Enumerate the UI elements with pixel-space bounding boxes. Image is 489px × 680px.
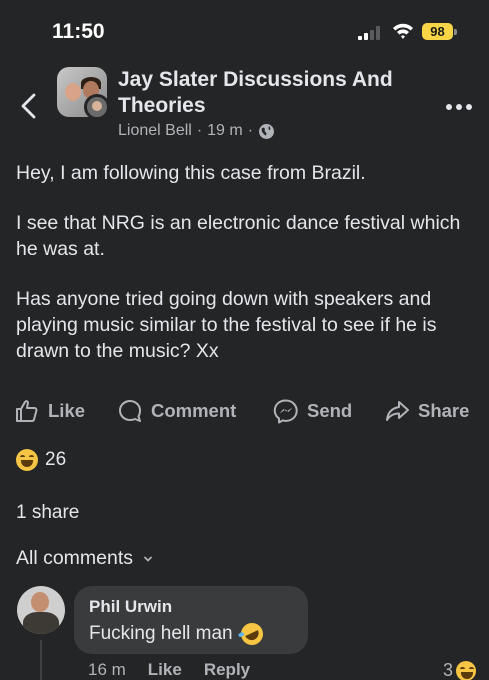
wifi-icon	[393, 23, 413, 39]
post-paragraph: Hey, I am following this case from Brazi…	[16, 162, 366, 184]
comment-reaction-count: 3	[443, 660, 454, 680]
comment-meta: 16 m Like Reply	[88, 660, 250, 680]
comments-filter[interactable]: All comments	[16, 547, 153, 570]
group-name[interactable]: Jay Slater Discussions And Theories	[118, 67, 418, 119]
back-chevron-icon[interactable]	[18, 92, 40, 120]
post-header: Jay Slater Discussions And Theories Lion…	[0, 62, 489, 147]
post-time: 19 m	[207, 122, 243, 139]
comment-button[interactable]: Comment	[117, 396, 236, 426]
thread-line	[40, 640, 42, 680]
send-button[interactable]: Send	[273, 396, 352, 426]
battery-indicator: 98	[422, 23, 453, 40]
reaction-count: 26	[45, 449, 67, 470]
like-button[interactable]: Like	[14, 396, 85, 426]
author-avatar[interactable]	[84, 94, 110, 120]
haha-reaction-icon	[456, 660, 477, 680]
more-options-icon[interactable]	[446, 104, 472, 110]
share-count[interactable]: 1 share	[16, 502, 79, 524]
rofl-emoji-icon	[237, 619, 267, 649]
comment-text: Fucking hell man	[89, 619, 267, 649]
status-time: 11:50	[52, 20, 105, 43]
comment-label: Comment	[151, 400, 237, 421]
post-meta: Lionel Bell · 19 m ·	[118, 122, 275, 140]
post-paragraph: I see that NRG is an electronic dance fe…	[16, 212, 461, 260]
comment-bubble-icon	[119, 400, 141, 422]
messenger-icon	[273, 399, 298, 424]
share-arrow-icon	[386, 401, 409, 421]
post-actions: Like Comment Send Share	[0, 396, 489, 426]
thumbs-up-icon	[16, 400, 38, 422]
meta-separator-2: ·	[247, 122, 254, 139]
send-label: Send	[307, 400, 353, 421]
haha-reaction-icon	[16, 449, 38, 471]
comment-like-button[interactable]: Like	[148, 660, 182, 680]
globe-icon	[259, 123, 275, 139]
comment-author[interactable]: Phil Urwin	[89, 597, 172, 617]
comment-bubble[interactable]: Phil Urwin Fucking hell man	[74, 586, 308, 654]
like-label: Like	[48, 400, 86, 421]
signal-icon	[358, 26, 382, 40]
comment-text-content: Fucking hell man	[89, 623, 233, 644]
commenter-avatar[interactable]	[17, 586, 65, 634]
chevron-down-icon	[144, 556, 152, 562]
post-paragraph: Has anyone tried going down with speaker…	[16, 288, 437, 362]
comment-time: 16 m	[88, 660, 126, 679]
comments-filter-label: All comments	[16, 547, 134, 569]
comment-reactions[interactable]: 3	[443, 660, 477, 680]
comment-reply-button[interactable]: Reply	[204, 660, 250, 680]
share-label: Share	[418, 400, 470, 421]
battery-nub	[454, 29, 457, 35]
reaction-summary[interactable]: 26	[16, 449, 66, 471]
meta-separator: ·	[196, 122, 203, 139]
share-button[interactable]: Share	[384, 396, 469, 426]
post-body: Hey, I am following this case from Brazi…	[16, 160, 476, 388]
status-bar: 11:50 98	[0, 0, 489, 62]
author-name[interactable]: Lionel Bell	[118, 122, 192, 140]
